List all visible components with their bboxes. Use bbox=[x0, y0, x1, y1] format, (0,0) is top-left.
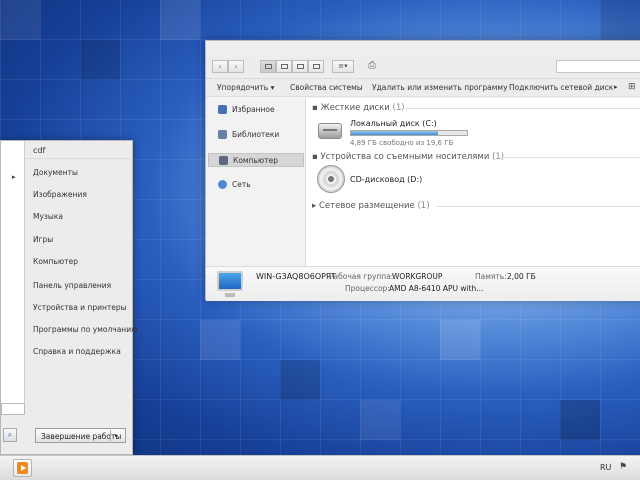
change-view-icon[interactable]: ⊞ bbox=[628, 82, 636, 92]
toolbar-overflow-arrow[interactable]: ▸ bbox=[614, 83, 618, 91]
desktop-tile bbox=[360, 400, 400, 440]
user-name: cdf bbox=[33, 146, 46, 155]
start-item-devices-printers[interactable]: Устройства и принтеры bbox=[33, 303, 127, 312]
group-count: (1) bbox=[417, 201, 430, 211]
nav-item-label: Сеть bbox=[232, 180, 251, 189]
nav-item-computer[interactable]: Компьютер bbox=[208, 153, 304, 167]
nav-item-libraries[interactable]: Библиотеки bbox=[208, 128, 304, 142]
desktop-tile bbox=[160, 0, 200, 40]
window-titlebar[interactable] bbox=[206, 41, 640, 55]
desktop-tile bbox=[560, 400, 600, 440]
view-icon bbox=[313, 64, 320, 69]
hard-drive-icon bbox=[316, 117, 346, 145]
start-item-music[interactable]: Музыка bbox=[33, 212, 63, 221]
start-item-documents[interactable]: Документы bbox=[33, 168, 78, 177]
view-icon bbox=[265, 64, 272, 69]
desktop-tile bbox=[80, 40, 120, 80]
workgroup-value: WORKGROUP bbox=[392, 272, 443, 281]
forward-button[interactable]: › bbox=[228, 60, 244, 73]
submenu-arrow-icon[interactable]: ▸ bbox=[12, 173, 16, 181]
start-item-pictures[interactable]: Изображения bbox=[33, 190, 87, 199]
start-item-help-support[interactable]: Справка и поддержка bbox=[33, 347, 121, 356]
group-header-hard-drives[interactable]: ▪ Жесткие диски (1) bbox=[312, 103, 405, 113]
start-item-games[interactable]: Игры bbox=[33, 235, 53, 244]
view-large-icons-button[interactable] bbox=[260, 60, 276, 73]
nav-item-favorites[interactable]: Избранное bbox=[208, 103, 304, 117]
view-menu-button[interactable]: ≡▾ bbox=[332, 60, 354, 73]
processor-label: Процессор: bbox=[345, 284, 390, 293]
media-player-icon[interactable] bbox=[13, 459, 32, 477]
drive-name: Локальный диск (C:) bbox=[350, 119, 437, 128]
desktop-tile bbox=[600, 0, 640, 40]
view-details-button[interactable] bbox=[292, 60, 308, 73]
memory-value: 2,00 ГБ bbox=[507, 272, 536, 281]
computer-name: WIN-G3AQ8O6OPRT bbox=[256, 272, 336, 281]
drive-usage-bar bbox=[350, 130, 468, 136]
desktop-tile bbox=[200, 320, 240, 360]
start-item-control-panel[interactable]: Панель управления bbox=[33, 281, 111, 290]
nav-item-label: Библиотеки bbox=[232, 130, 280, 139]
drive-name: CD-дисковод (D:) bbox=[350, 175, 423, 184]
search-input[interactable] bbox=[556, 60, 640, 73]
start-item-computer[interactable]: Компьютер bbox=[33, 257, 78, 266]
shutdown-separator bbox=[110, 430, 111, 441]
cd-drive-icon bbox=[316, 164, 346, 193]
workgroup-label: Рабочая группа: bbox=[329, 272, 394, 281]
group-divider bbox=[498, 157, 640, 158]
organize-button[interactable]: Упорядочить ▾ bbox=[217, 83, 274, 92]
view-list-button[interactable] bbox=[276, 60, 292, 73]
printer-icon[interactable]: ⎙ bbox=[368, 61, 376, 71]
start-menu: ▸ cdf Документы Изображения Музыка Игры … bbox=[0, 140, 137, 455]
memory-label: Память: bbox=[475, 272, 507, 281]
group-divider bbox=[436, 206, 640, 207]
processor-value: AMD A8-6410 APU with... bbox=[389, 284, 484, 293]
content-pane: ▪ Жесткие диски (1) Локальный диск (C:) … bbox=[306, 98, 640, 266]
search-icon[interactable]: ⌕ bbox=[3, 428, 17, 442]
command-bar: Упорядочить ▾ Свойства системы Удалить и… bbox=[206, 79, 640, 97]
taskbar: RU ⚑ bbox=[0, 455, 640, 480]
back-button[interactable]: ‹ bbox=[212, 60, 228, 73]
computer-icon bbox=[217, 271, 243, 297]
group-divider bbox=[398, 108, 640, 109]
nav-item-label: Компьютер bbox=[233, 156, 278, 165]
language-indicator[interactable]: RU bbox=[600, 463, 611, 472]
drive-usage-fill bbox=[351, 131, 438, 135]
navigation-bar: ‹ › ≡▾ ⎙ bbox=[206, 55, 640, 79]
view-icon bbox=[297, 64, 304, 69]
view-icon bbox=[281, 64, 288, 69]
start-search-input[interactable] bbox=[1, 403, 25, 415]
drive-free-space: 4,89 ГБ свободно из 19,6 ГБ bbox=[350, 139, 454, 147]
computer-icon bbox=[219, 156, 228, 165]
group-title: Сетевое размещение bbox=[318, 201, 415, 211]
map-network-drive-button[interactable]: Подключить сетевой диск bbox=[509, 83, 613, 92]
explorer-window: ‹ › ≡▾ ⎙ Упорядочить ▾ Свойства системы … bbox=[205, 40, 640, 301]
uninstall-program-button[interactable]: Удалить или изменить программу bbox=[372, 83, 508, 92]
expand-arrow-icon: ▸ bbox=[312, 201, 319, 211]
nav-item-network[interactable]: Сеть bbox=[208, 178, 304, 192]
star-icon bbox=[218, 105, 227, 114]
start-menu-programs-pane: ▸ bbox=[1, 141, 25, 403]
group-header-removable[interactable]: ▪ Устройства со съемными носителями (1) bbox=[312, 152, 504, 162]
group-header-network[interactable]: ▸ Сетевое размещение (1) bbox=[312, 201, 430, 211]
desktop-tile bbox=[280, 360, 320, 400]
details-pane: WIN-G3AQ8O6OPRT Рабочая группа: WORKGROU… bbox=[206, 266, 640, 301]
system-properties-button[interactable]: Свойства системы bbox=[290, 83, 363, 92]
start-menu-user[interactable]: cdf bbox=[25, 141, 133, 159]
shutdown-button[interactable]: Завершение работы ▸ bbox=[35, 428, 126, 443]
view-tiles-button[interactable] bbox=[308, 60, 324, 73]
library-icon bbox=[218, 130, 227, 139]
desktop-tile bbox=[440, 320, 480, 360]
start-item-default-programs[interactable]: Программы по умолчанию bbox=[33, 325, 137, 334]
desktop-tile bbox=[0, 0, 40, 40]
group-title: Жесткие диски bbox=[320, 103, 390, 113]
group-title: Устройства со съемными носителями bbox=[320, 152, 490, 162]
nav-item-label: Избранное bbox=[232, 105, 275, 114]
network-icon bbox=[218, 180, 227, 189]
action-center-flag-icon[interactable]: ⚑ bbox=[619, 462, 627, 472]
navigation-pane: Избранное Библиотеки Компьютер Сеть bbox=[206, 98, 306, 266]
shutdown-options-arrow-icon[interactable]: ▸ bbox=[115, 432, 118, 439]
